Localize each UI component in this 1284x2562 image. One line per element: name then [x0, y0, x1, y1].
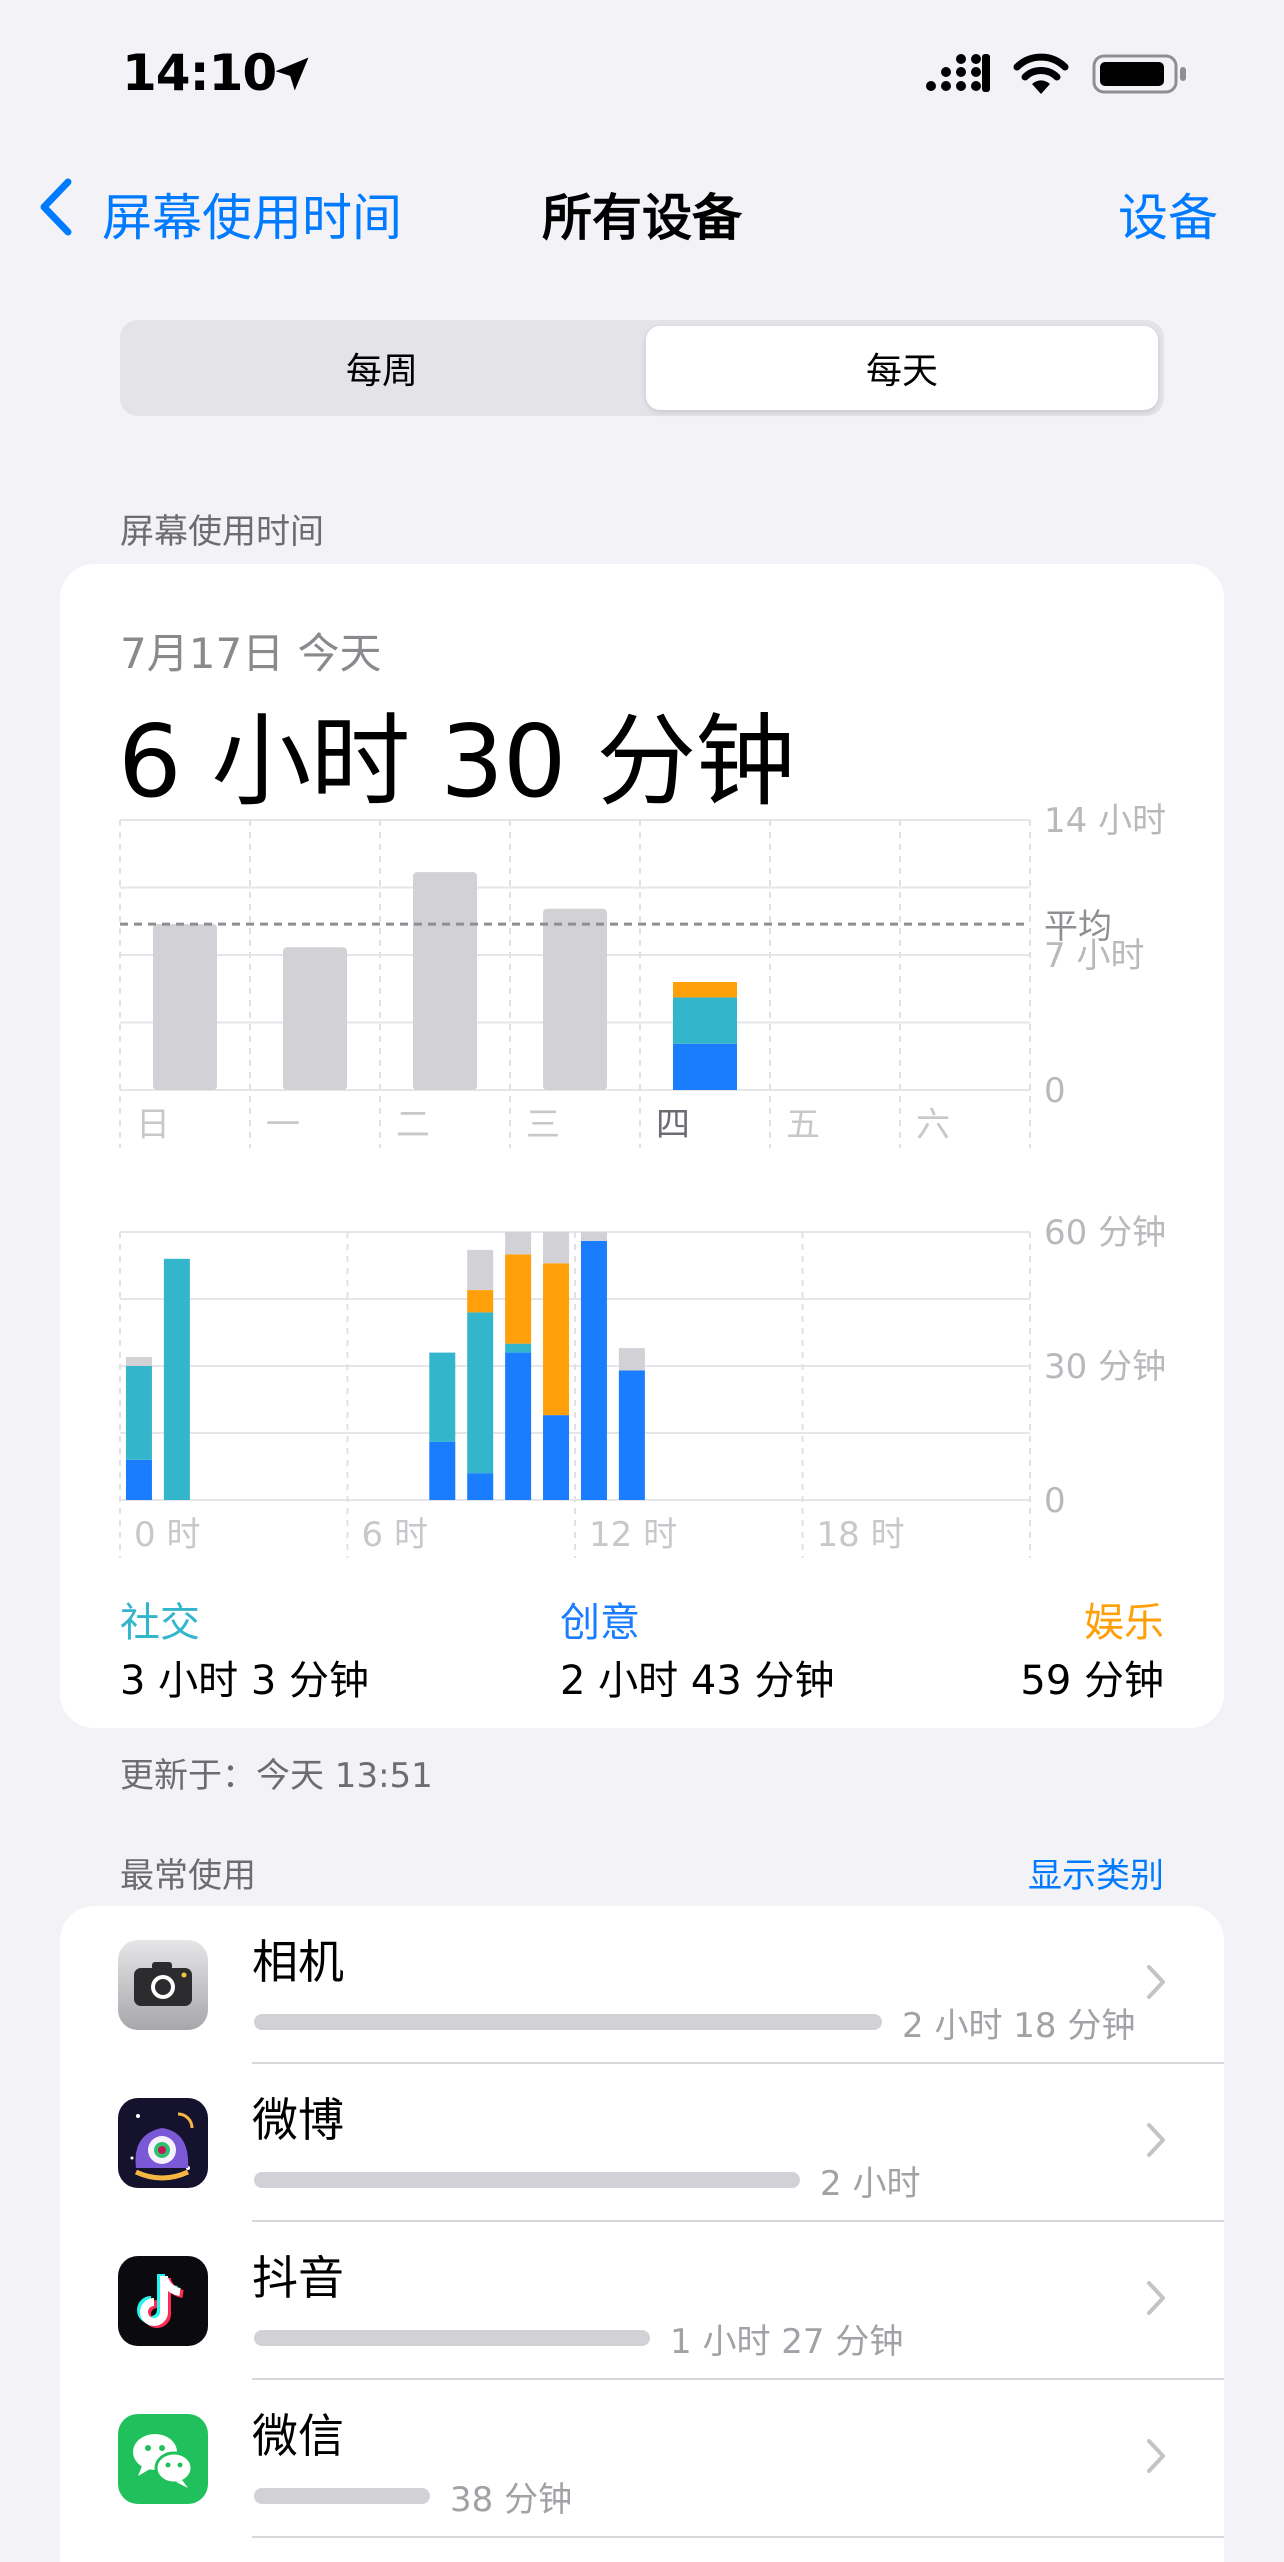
x-tick-label: 6 时 [362, 1515, 428, 1555]
app-usage-time: 2 小时 18 分钟 [902, 2006, 1136, 2046]
camera-icon [118, 1940, 208, 2030]
bar-other [125, 1357, 152, 1366]
category-creativity-time: 2 小时 43 分钟 [560, 1658, 835, 1704]
bar-creativity [505, 1352, 532, 1500]
bar-other [618, 1348, 645, 1371]
x-tick-label: 三 [526, 1105, 560, 1145]
most-used-label: 最常使用 [120, 1856, 256, 1896]
y-tick-label: 60 分钟 [1044, 1213, 1166, 1253]
app-name: 相机 [252, 1935, 344, 1989]
bar-social [673, 997, 737, 1044]
y-tick-label: 30 分钟 [1044, 1347, 1166, 1387]
app-row-weibo[interactable]: 微博 2 小时 [60, 2064, 1224, 2222]
app-row-wechat[interactable]: 微信 38 分钟 [60, 2380, 1224, 2538]
app-name: 微信 [252, 2409, 344, 2463]
bar-creativity [618, 1370, 645, 1500]
bar-social [125, 1366, 152, 1460]
bar-day [153, 924, 217, 1090]
bar-other [467, 1249, 494, 1291]
x-tick-label: 二 [396, 1105, 430, 1145]
category-social-label: 社交 [120, 1600, 200, 1646]
bar-creativity [125, 1459, 152, 1500]
bar-other [580, 1232, 607, 1241]
bar-other [543, 1232, 570, 1264]
bar-entertainment [467, 1290, 494, 1313]
y-tick-label: 14 小时 [1044, 801, 1166, 841]
x-tick-label: 12 时 [589, 1515, 677, 1555]
bar-day [543, 908, 607, 1090]
most-used-list: 相机 2 小时 18 分钟 微博 2 小时 抖音 1 小时 27 分钟 微信 3… [60, 1906, 1224, 2562]
bar-creativity [673, 1043, 737, 1090]
chevron-right-icon [1147, 1965, 1165, 1999]
douyin-icon [118, 2256, 208, 2346]
app-name: 微博 [252, 2093, 344, 2147]
bar-entertainment [673, 982, 737, 998]
category-entertainment-label: 娱乐 [1084, 1600, 1164, 1646]
chevron-right-icon [1147, 2123, 1165, 2157]
bar-creativity [580, 1240, 607, 1500]
usage-charts: 平均14 小时7 小时0日一二三四五六60 分钟30 分钟00 时6 时 12 时… [119, 801, 1166, 1558]
bar-social [505, 1343, 532, 1353]
x-tick-label: 五 [786, 1105, 820, 1145]
app-row-camera[interactable]: 相机 2 小时 18 分钟 [60, 1906, 1224, 2064]
app-name: 抖音 [252, 2251, 344, 2305]
bar-day [413, 872, 477, 1090]
x-tick-label: 18 时 [817, 1515, 905, 1555]
chevron-right-icon [1147, 2439, 1165, 2473]
category-creativity-label: 创意 [560, 1600, 640, 1646]
app-usage-bar [254, 2014, 882, 2030]
x-tick-label: 日 [136, 1105, 170, 1145]
bar-social [467, 1312, 494, 1474]
app-usage-bar [254, 2488, 430, 2504]
x-tick-label: 0 时 [134, 1515, 200, 1555]
bar-creativity [467, 1473, 494, 1500]
bar-day [283, 947, 347, 1090]
row-separator [252, 2536, 1224, 2538]
y-tick-label: 0 [1044, 1481, 1066, 1521]
category-entertainment-time: 59 分钟 [1020, 1658, 1164, 1704]
updated-time: 更新于：今天 13:51 [120, 1756, 433, 1796]
y-tick-label: 0 [1044, 1071, 1066, 1111]
app-usage-bar [254, 2330, 650, 2346]
y-tick-label: 7 小时 [1044, 936, 1144, 976]
weibo-icon [118, 2098, 208, 2188]
app-usage-time: 2 小时 [820, 2164, 921, 2204]
bar-creativity [429, 1441, 456, 1500]
x-tick-label: 六 [916, 1105, 950, 1145]
app-usage-bar [254, 2172, 800, 2188]
chevron-right-icon [1147, 2281, 1165, 2315]
show-categories-button[interactable]: 显示类别 [1028, 1848, 1164, 1897]
bar-other [505, 1232, 532, 1255]
app-usage-time: 1 小时 27 分钟 [670, 2322, 904, 2362]
wechat-icon [118, 2414, 208, 2504]
x-tick-label: 四 [656, 1105, 690, 1145]
bar-social [429, 1352, 456, 1442]
bar-entertainment [543, 1263, 570, 1416]
bar-entertainment [505, 1254, 532, 1344]
category-social-time: 3 小时 3 分钟 [120, 1658, 370, 1704]
x-tick-label: 一 [266, 1105, 300, 1145]
app-usage-time: 38 分钟 [450, 2480, 573, 2520]
app-row-douyin[interactable]: 抖音 1 小时 27 分钟 [60, 2222, 1224, 2380]
bar-creativity [543, 1415, 570, 1500]
bar-social [163, 1258, 190, 1500]
